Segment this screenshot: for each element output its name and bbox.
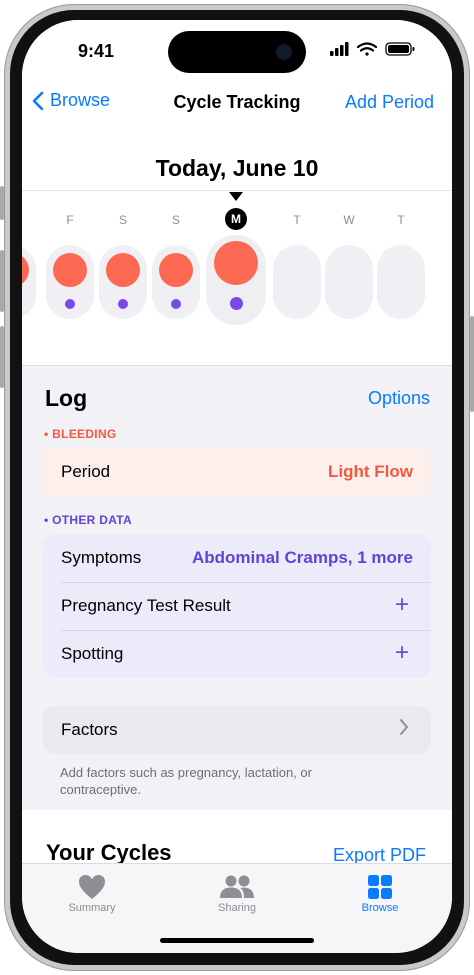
log-title: Log [45, 385, 88, 411]
chevron-right-icon [399, 718, 409, 742]
divider [22, 365, 452, 366]
symptoms-value: Abdominal Cramps, 1 more [191, 548, 413, 567]
status-icons [330, 42, 416, 56]
other-data-dot [118, 299, 128, 309]
day-letter: T [293, 213, 301, 227]
period-value: Light Flow [328, 462, 413, 481]
period-row[interactable]: Period Light Flow [43, 448, 431, 496]
period-flow-dot [22, 253, 29, 287]
plus-icon: + [394, 591, 409, 618]
status-time: 9:41 [78, 41, 115, 61]
day-letter: F [66, 213, 74, 227]
divider [22, 190, 452, 191]
bleeding-section-label: • BLEEDING [44, 427, 117, 441]
home-indicator [160, 938, 314, 943]
day-column[interactable] [273, 245, 321, 319]
other-data-dot [65, 299, 75, 309]
heart-icon [79, 875, 105, 899]
today-marker-icon [229, 192, 243, 201]
volume-up-button [0, 250, 4, 312]
tab-label: Summary [68, 902, 116, 914]
tab-label: Browse [361, 902, 399, 914]
other-data-card: Symptoms Abdominal Cramps, 1 more Pregna… [43, 534, 431, 678]
symptoms-row[interactable]: Symptoms Abdominal Cramps, 1 more [43, 534, 431, 582]
power-button [470, 316, 474, 412]
options-button[interactable]: Options [368, 388, 430, 409]
grid-icon [368, 875, 392, 899]
volume-down-button [0, 326, 4, 388]
day-letter: S [118, 213, 127, 227]
signal-icon [330, 42, 349, 56]
day-letter: T [397, 213, 405, 227]
day-letter: W [343, 213, 355, 227]
spotting-row[interactable]: Spotting + [43, 630, 431, 678]
pregnancy-test-row[interactable]: Pregnancy Test Result + [43, 582, 431, 630]
day-column[interactable] [99, 245, 147, 319]
tab-browse[interactable]: Browse [330, 872, 430, 914]
day-letter: S [171, 213, 180, 227]
other-data-section-label: • OTHER DATA [44, 513, 133, 527]
day-letter: T [22, 213, 25, 227]
back-label: Browse [50, 90, 111, 110]
other-data-dot [229, 297, 243, 310]
day-column[interactable] [206, 235, 266, 325]
day-column[interactable] [377, 245, 425, 319]
period-flow-dot [214, 241, 258, 285]
symptoms-label: Symptoms [61, 548, 142, 567]
period-flow-dot [53, 253, 87, 287]
day-column[interactable] [152, 245, 200, 319]
pregnancy-test-label: Pregnancy Test Result [61, 596, 231, 615]
period-flow-dot [106, 253, 140, 287]
people-icon [220, 875, 254, 898]
chevron-left-icon [32, 91, 44, 110]
other-data-dot [171, 299, 181, 309]
back-button[interactable]: Browse [32, 90, 110, 111]
factors-footnote: Add factors such as pregnancy, lactation… [60, 765, 312, 797]
date-heading: Today, June 10 [155, 155, 319, 181]
tab-summary[interactable]: Summary [42, 872, 142, 914]
spotting-label: Spotting [61, 644, 124, 663]
tab-sharing[interactable]: Sharing [187, 872, 287, 914]
plus-icon: + [394, 639, 409, 666]
factors-row[interactable]: Factors [43, 706, 431, 754]
dynamic-island [168, 31, 306, 73]
wifi-icon [356, 42, 378, 56]
period-label: Period [61, 462, 111, 481]
period-flow-dot [159, 253, 193, 287]
screen: 9:41 Browse Cycle Tracking Add Period To… [22, 20, 452, 953]
today-day-letter: M [225, 208, 247, 230]
factors-label: Factors [61, 720, 118, 739]
action-button [0, 186, 4, 220]
tab-label: Sharing [218, 902, 256, 914]
day-column[interactable] [325, 245, 373, 319]
add-period-button[interactable]: Add Period [345, 92, 434, 113]
day-column[interactable] [46, 245, 94, 319]
camera-icon [276, 44, 292, 60]
battery-icon [385, 42, 415, 56]
